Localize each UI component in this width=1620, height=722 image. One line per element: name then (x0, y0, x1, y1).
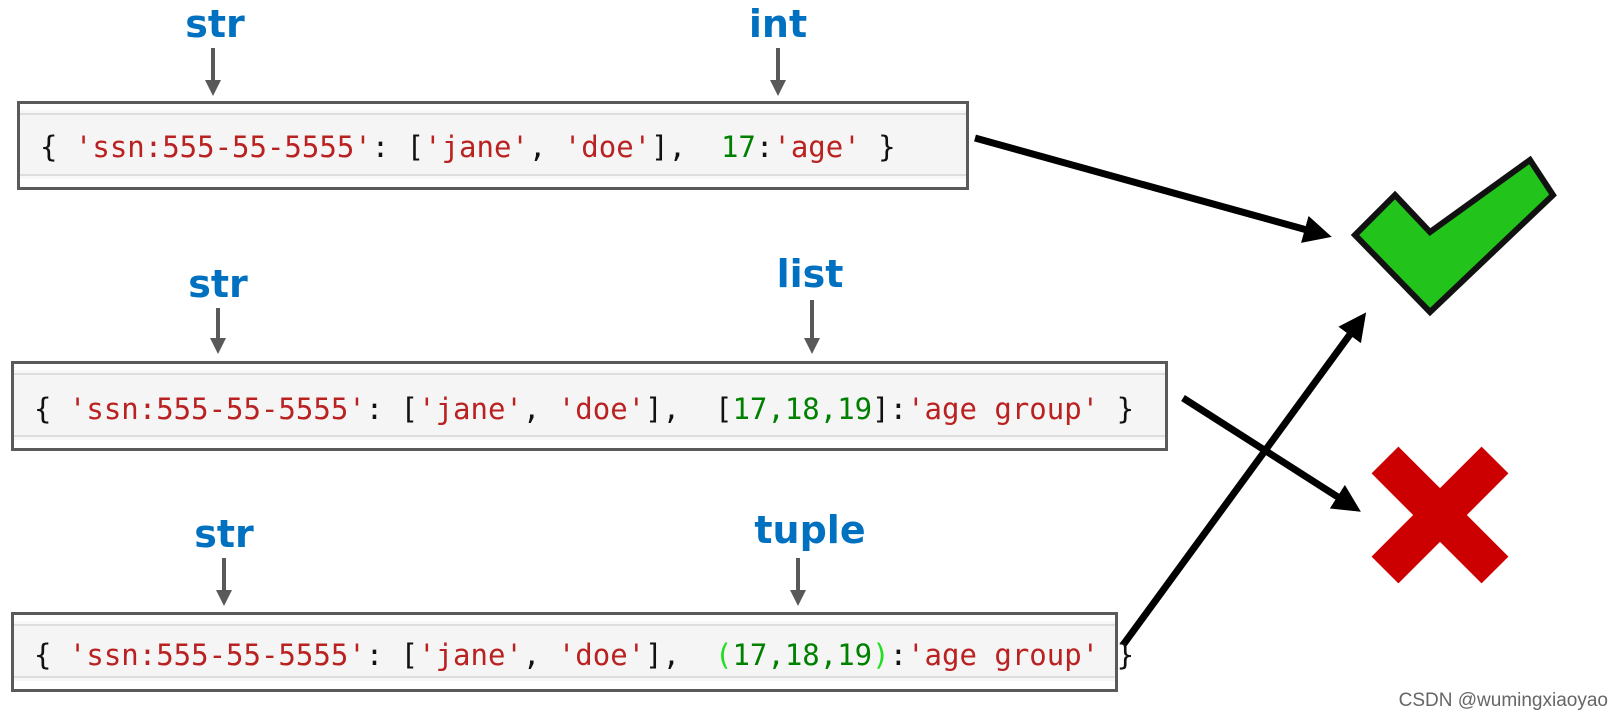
type-label-int: int (748, 2, 808, 46)
code-box-row2: { 'ssn:555-55-5555': ['jane', 'doe'], [1… (11, 361, 1168, 451)
type-label-list: list (776, 252, 844, 296)
type-label-str: str (194, 512, 254, 556)
cross-mark-icon (1371, 446, 1509, 584)
code-line: { 'ssn:555-55-5555': ['jane', 'doe'], (1… (34, 638, 1135, 672)
type-label-str: str (188, 262, 248, 306)
check-mark-icon (1350, 155, 1557, 317)
type-label-tuple: tuple (754, 508, 866, 552)
result-arrow-row1 (974, 134, 1332, 243)
code-line: { 'ssn:555-55-5555': ['jane', 'doe'], [1… (34, 392, 1135, 426)
watermark: CSDN @wumingxiaoyao (1398, 690, 1608, 711)
code-box-row1: { 'ssn:555-55-5555': ['jane', 'doe'], 17… (17, 101, 969, 190)
code-box-row3: { 'ssn:555-55-5555': ['jane', 'doe'], (1… (11, 612, 1134, 692)
code-line: { 'ssn:555-55-5555': ['jane', 'doe'], 17… (40, 130, 896, 164)
type-label-str: str (185, 2, 245, 46)
result-arrow-row2 (1181, 395, 1361, 512)
